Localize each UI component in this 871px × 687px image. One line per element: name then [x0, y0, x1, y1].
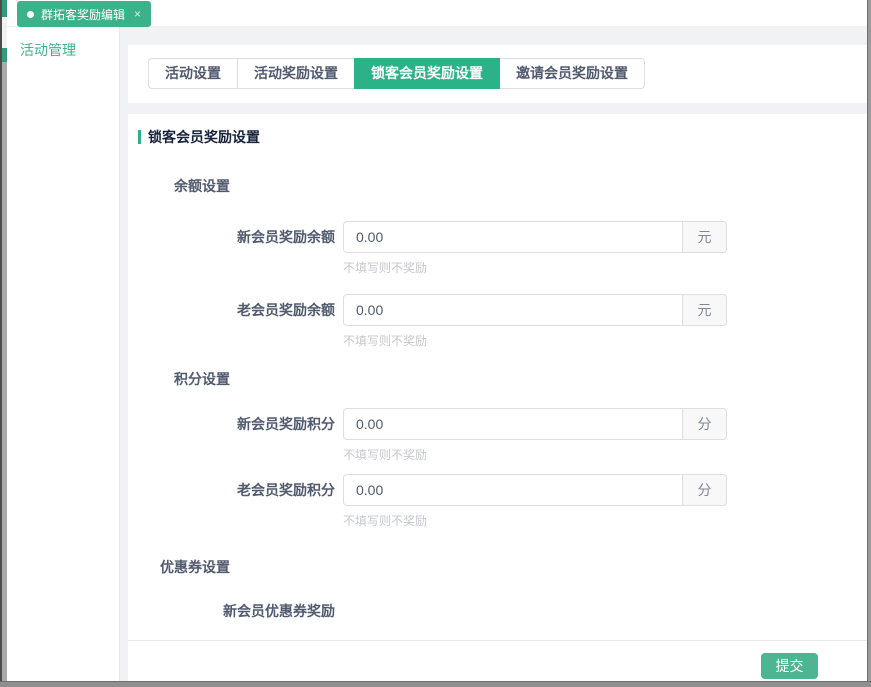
form-row: 老会员奖励余额 元 不填写则不奖励: [128, 294, 867, 349]
reward-settings-form-card: 锁客会员奖励设置 余额设置 新会员奖励余额 元 不填写则不奖励 老会员奖励余额 …: [128, 114, 867, 640]
tab-activity-settings[interactable]: 活动设置: [148, 58, 238, 89]
sidebar-item-activity-management[interactable]: 活动管理: [7, 27, 119, 60]
form-row: 老会员奖励积分 分 不填写则不奖励: [128, 474, 867, 529]
underlying-menu-icon-fragment: [2, 48, 7, 62]
form-footer-bar: 提交: [128, 640, 867, 681]
underlying-fragment-gap: [2, 17, 7, 48]
underlying-green-fragment: [2, 0, 7, 17]
field-hint: 不填写则不奖励: [343, 512, 727, 529]
submit-button[interactable]: 提交: [761, 653, 818, 679]
field-hint: 不填写则不奖励: [343, 446, 727, 463]
field-hint: 不填写则不奖励: [343, 332, 727, 349]
unit-addon-fen: 分: [683, 474, 727, 506]
new-member-balance-input[interactable]: [343, 221, 683, 253]
new-member-points-input[interactable]: [343, 408, 683, 440]
field-label-new-member-points: 新会员奖励积分: [128, 408, 335, 440]
settings-tab-group: 活动设置 活动奖励设置 锁客会员奖励设置 邀请会员奖励设置: [148, 58, 645, 89]
form-row: 新会员奖励余额 元 不填写则不奖励: [128, 221, 867, 276]
tag-close-icon[interactable]: ×: [134, 7, 141, 21]
tab-locked-member-reward-settings[interactable]: 锁客会员奖励设置: [354, 58, 500, 89]
group-title-points: 积分设置: [128, 369, 230, 389]
section-title-text: 锁客会员奖励设置: [148, 127, 260, 147]
field-control: 分 不填写则不奖励: [343, 408, 727, 463]
input-group: 元: [343, 294, 727, 326]
field-label-new-member-coupon: 新会员优惠券奖励: [128, 601, 335, 621]
window-right-border: [867, 0, 871, 687]
window-left-border: [0, 0, 2, 687]
form-row: 新会员奖励积分 分 不填写则不奖励: [128, 408, 867, 463]
tag-label: 群拓客奖励编辑: [41, 6, 125, 23]
tab-invite-member-reward-settings[interactable]: 邀请会员奖励设置: [499, 58, 645, 89]
field-control: 分 不填写则不奖励: [343, 474, 727, 529]
group-title-balance: 余额设置: [128, 176, 230, 196]
old-member-balance-input[interactable]: [343, 294, 683, 326]
field-label-old-member-points: 老会员奖励积分: [128, 474, 335, 506]
field-label-old-member-balance: 老会员奖励余额: [128, 294, 335, 326]
unit-addon-fen: 分: [683, 408, 727, 440]
tag-dot-icon: [27, 11, 34, 18]
open-tags-bar: 群拓客奖励编辑 ×: [7, 0, 867, 26]
tabs-card: 活动设置 活动奖励设置 锁客会员奖励设置 邀请会员奖励设置: [128, 45, 867, 103]
old-member-points-input[interactable]: [343, 474, 683, 506]
section-title: 锁客会员奖励设置: [138, 127, 867, 147]
section-title-accent-bar: [138, 130, 141, 144]
field-control: 元 不填写则不奖励: [343, 294, 727, 349]
field-control: 元 不填写则不奖励: [343, 221, 727, 276]
input-group: 分: [343, 408, 727, 440]
sidebar: 活动管理: [7, 26, 120, 681]
field-hint: 不填写则不奖励: [343, 259, 727, 276]
unit-addon-yuan: 元: [683, 294, 727, 326]
underlying-page-sliver: [2, 0, 7, 681]
unit-addon-yuan: 元: [683, 221, 727, 253]
group-title-coupon: 优惠券设置: [128, 557, 230, 577]
field-label-new-member-balance: 新会员奖励余额: [128, 221, 335, 253]
tag-active-page[interactable]: 群拓客奖励编辑 ×: [17, 1, 151, 27]
tab-activity-reward-settings[interactable]: 活动奖励设置: [237, 58, 355, 89]
input-group: 元: [343, 221, 727, 253]
input-group: 分: [343, 474, 727, 506]
window-bottom-border: [0, 681, 871, 687]
